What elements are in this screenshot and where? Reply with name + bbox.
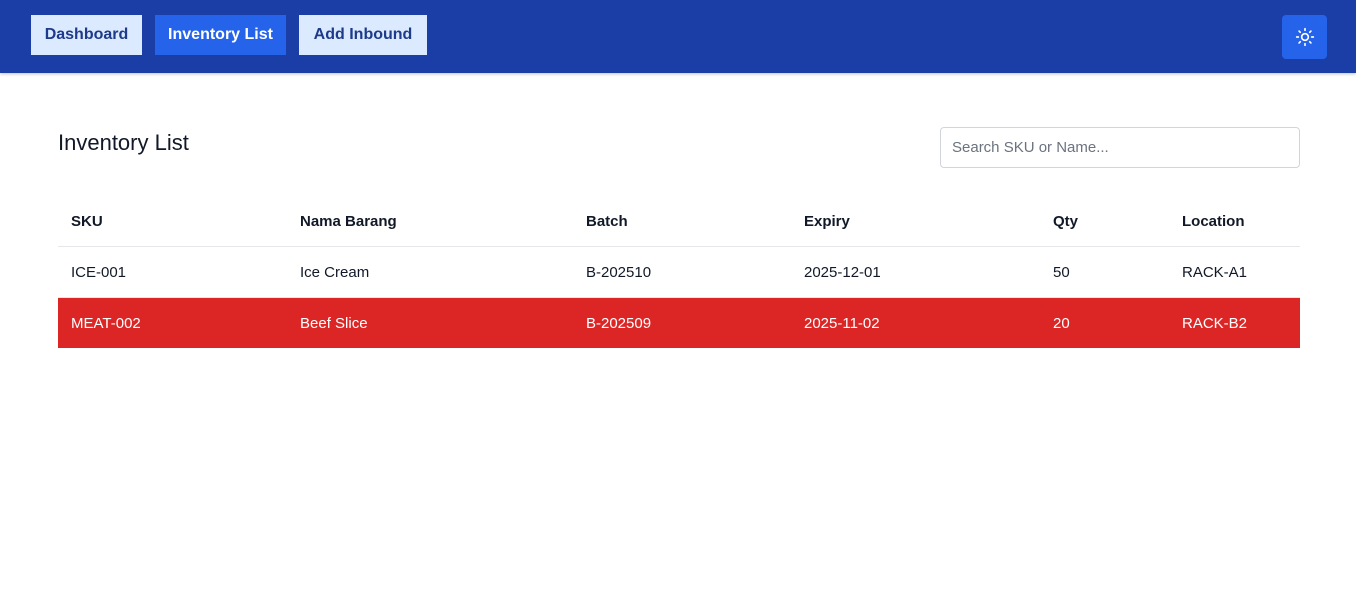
sun-icon (1295, 27, 1314, 47)
nav-inventory-list-button[interactable]: Inventory List (155, 15, 286, 55)
theme-toggle-button[interactable] (1282, 15, 1327, 59)
page-title: Inventory List (58, 130, 189, 155)
cell-batch: B-202509 (573, 297, 791, 348)
cell-location: RACK-B2 (1169, 297, 1300, 348)
table-row-expiring[interactable]: MEAT-002 Beef Slice B-202509 2025-11-02 … (58, 297, 1300, 348)
cell-location: RACK-A1 (1169, 246, 1300, 298)
cell-expiry: 2025-12-01 (791, 246, 1040, 298)
cell-batch: B-202510 (573, 246, 791, 298)
column-header-sku[interactable]: SKU (58, 197, 287, 247)
column-header-location[interactable]: Location (1169, 197, 1300, 247)
search-input[interactable] (940, 127, 1300, 168)
table-row[interactable]: ICE-001 Ice Cream B-202510 2025-12-01 50… (58, 246, 1300, 298)
cell-expiry: 2025-11-02 (791, 297, 1040, 348)
table-header-row: SKU Nama Barang Batch Expiry Qty Locatio… (58, 197, 1300, 247)
column-header-name[interactable]: Nama Barang (287, 197, 573, 247)
cell-sku: MEAT-002 (58, 297, 287, 348)
top-navbar: Dashboard Inventory List Add Inbound (0, 0, 1356, 73)
column-header-qty[interactable]: Qty (1040, 197, 1169, 247)
nav-add-inbound-button[interactable]: Add Inbound (299, 15, 427, 55)
cell-qty: 20 (1040, 297, 1169, 348)
column-header-batch[interactable]: Batch (573, 197, 791, 247)
cell-qty: 50 (1040, 246, 1169, 298)
inventory-table: SKU Nama Barang Batch Expiry Qty Locatio… (58, 197, 1300, 348)
column-header-expiry[interactable]: Expiry (791, 197, 1040, 247)
cell-sku: ICE-001 (58, 246, 287, 298)
cell-name: Beef Slice (287, 297, 573, 348)
cell-name: Ice Cream (287, 246, 573, 298)
nav-dashboard-button[interactable]: Dashboard (31, 15, 142, 55)
